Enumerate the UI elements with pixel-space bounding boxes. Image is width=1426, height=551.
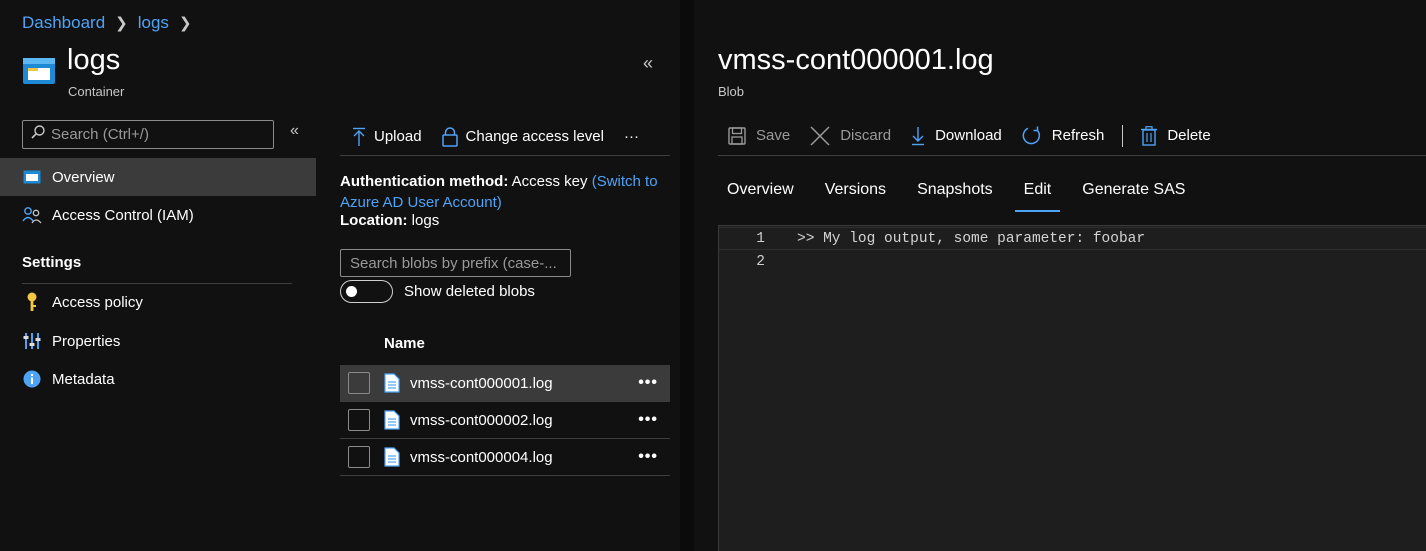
save-label: Save (756, 127, 791, 144)
discard-button[interactable]: Discard (810, 125, 892, 146)
sidebar-item-label: Access policy (52, 293, 143, 311)
settings-heading: Settings (22, 254, 82, 271)
tab-snapshots[interactable]: Snapshots (908, 172, 1002, 212)
row-checkbox[interactable] (348, 372, 370, 394)
blob-subtitle: Blob (718, 84, 745, 99)
editor-line[interactable]: 2 (719, 250, 1426, 273)
search-icon (31, 125, 45, 144)
sidebar-item-metadata[interactable]: Metadata (0, 360, 316, 398)
key-icon (22, 292, 42, 312)
toggle-knob (346, 286, 357, 297)
file-icon (384, 447, 400, 467)
page-subtitle: Container (68, 84, 125, 99)
file-icon (384, 410, 400, 430)
blob-name[interactable]: vmss-cont000002.log (410, 412, 553, 429)
chevron-right-icon: ❯ (115, 15, 128, 32)
sidebar-item-iam[interactable]: Access Control (IAM) (0, 196, 316, 234)
column-header-name[interactable]: Name (384, 335, 425, 352)
chevron-right-icon: ❯ (178, 15, 192, 32)
download-icon (912, 126, 925, 145)
tab-versions[interactable]: Versions (816, 172, 895, 212)
sidebar-item-label: Overview (52, 168, 115, 186)
auth-method-label: Authentication method: (340, 173, 509, 190)
location: Location: logs (340, 212, 439, 229)
pane-divider (680, 0, 694, 551)
auth-method-value: Access key (511, 173, 588, 190)
breadcrumb: Dashboard ❯ logs ❯ (22, 13, 202, 33)
editor-line[interactable]: 1 >> My log output, some parameter: foob… (719, 227, 1426, 250)
delete-label: Delete (1167, 127, 1211, 144)
toolbar-divider (1122, 124, 1124, 147)
upload-icon (353, 127, 365, 146)
close-icon (810, 125, 830, 146)
sidebar-item-label: Access Control (IAM) (52, 206, 194, 224)
location-label: Location: (340, 212, 408, 229)
refresh-button[interactable]: Refresh (1022, 126, 1105, 146)
sliders-icon (22, 331, 42, 351)
show-deleted-label: Show deleted blobs (404, 283, 535, 300)
sidebar-item-overview[interactable]: Overview (0, 158, 316, 196)
auth-method: Authentication method: Access key (Switc… (340, 171, 675, 213)
sidebar-item-access-policy[interactable]: Access policy (0, 283, 316, 321)
info-icon (22, 369, 42, 389)
ellipsis-icon: ··· (623, 128, 639, 145)
file-icon (384, 373, 400, 393)
line-number: 2 (756, 253, 765, 270)
change-access-level-button[interactable]: Change access level (441, 126, 604, 147)
save-button[interactable]: Save (728, 126, 791, 145)
refresh-icon (1022, 126, 1040, 144)
container-icon (22, 57, 56, 85)
more-options-button[interactable]: ··· (624, 128, 639, 145)
discard-label: Discard (840, 127, 892, 144)
breadcrumb-logs[interactable]: logs (138, 13, 169, 33)
location-value: logs (411, 212, 440, 229)
tab-overview[interactable]: Overview (718, 172, 803, 212)
row-checkbox[interactable] (348, 446, 370, 468)
row-checkbox[interactable] (348, 409, 370, 431)
change-access-label: Change access level (465, 128, 604, 145)
upload-button[interactable]: Upload (352, 127, 422, 147)
download-label: Download (935, 127, 1002, 144)
blob-tabs: Overview Versions Snapshots Edit Generat… (718, 172, 1207, 212)
trash-icon (1141, 125, 1158, 146)
line-number: 1 (756, 230, 765, 247)
blob-title: vmss-cont000001.log (718, 44, 994, 76)
show-deleted-toggle[interactable] (340, 280, 393, 303)
menu-search-input[interactable] (51, 126, 251, 143)
collapse-pane-button[interactable]: « (643, 53, 653, 74)
delete-button[interactable]: Delete (1141, 125, 1211, 146)
tab-generate-sas[interactable]: Generate SAS (1073, 172, 1194, 212)
row-more-button[interactable]: ••• (638, 448, 658, 466)
table-row[interactable]: vmss-cont000002.log ••• (340, 402, 670, 439)
row-more-button[interactable]: ••• (638, 374, 658, 392)
blob-toolbar: Upload Change access level ··· (340, 118, 670, 156)
people-icon (22, 205, 42, 225)
menu-search-box[interactable] (22, 120, 274, 149)
tab-edit[interactable]: Edit (1014, 172, 1061, 212)
table-row[interactable]: vmss-cont000001.log ••• (340, 365, 670, 402)
row-more-button[interactable]: ••• (638, 411, 658, 429)
breadcrumb-dashboard[interactable]: Dashboard (22, 13, 105, 33)
refresh-label: Refresh (1051, 127, 1105, 144)
table-row[interactable]: vmss-cont000004.log ••• (340, 439, 670, 476)
save-icon (728, 126, 746, 145)
sidebar-item-properties[interactable]: Properties (0, 322, 316, 360)
sidebar-item-label: Metadata (52, 370, 115, 388)
lock-icon (441, 126, 458, 147)
blob-actions-toolbar: Save Discard Download Refresh Delete (718, 116, 1426, 156)
upload-label: Upload (374, 128, 422, 145)
blob-search-box[interactable] (340, 249, 571, 277)
blob-search-input[interactable] (350, 254, 565, 272)
code-editor[interactable]: 1 >> My log output, some parameter: foob… (718, 225, 1426, 551)
download-button[interactable]: Download (911, 126, 1002, 146)
blob-name[interactable]: vmss-cont000004.log (410, 449, 553, 466)
page-title: logs (67, 44, 121, 76)
container-icon (22, 167, 42, 187)
sidebar-item-label: Properties (52, 332, 121, 350)
collapse-menu-button[interactable]: « (290, 122, 299, 140)
blob-name[interactable]: vmss-cont000001.log (410, 375, 553, 392)
line-text[interactable]: >> My log output, some parameter: foobar (797, 231, 1145, 247)
